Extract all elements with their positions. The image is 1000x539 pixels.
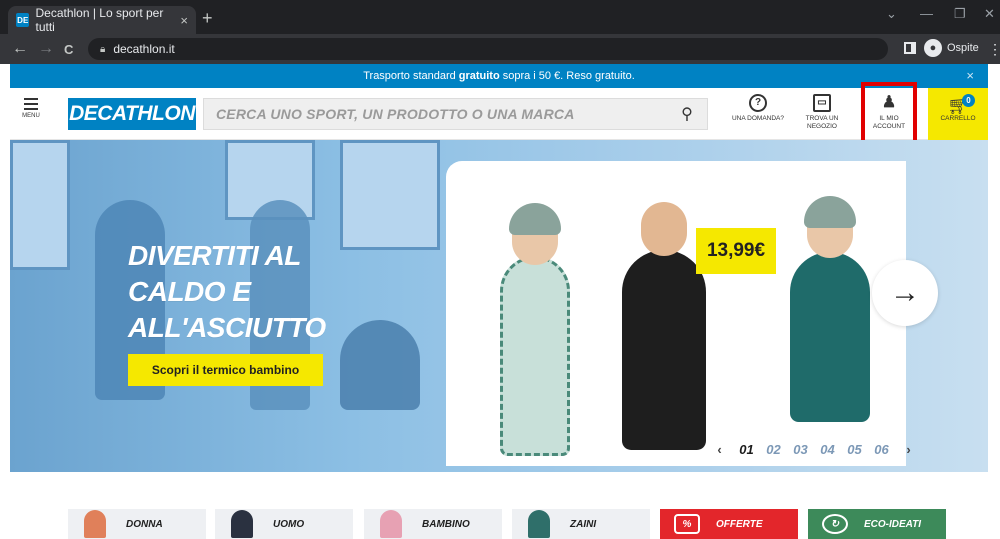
new-tab-button[interactable]: + [202, 8, 213, 29]
search-bar[interactable]: CERCA UNO SPORT, UN PRODOTTO O UNA MARCA… [203, 98, 708, 130]
background-window [10, 140, 70, 270]
decathlon-logo[interactable]: DECATHLON [68, 98, 196, 130]
promo-text-end: sopra i 50 €. Reso gratuito. [502, 70, 635, 82]
cart-icon: 🛒︎ [947, 96, 969, 115]
category-label: UOMO [273, 518, 305, 530]
price-tag-icon: % [674, 514, 700, 534]
category-label: ECO-IDEATI [864, 518, 922, 530]
hero-title-line: ALL'ASCIUTTO [128, 312, 326, 343]
account-label-line2: ACCOUNT [872, 123, 906, 130]
category-thumbnail [380, 510, 402, 538]
browser-menu-icon[interactable]: ⋮ [988, 41, 1000, 58]
category-label: DONNA [126, 518, 163, 530]
account-label-line1: IL MIO [879, 115, 899, 122]
help-button[interactable]: ? UNA DOMANDA? [726, 94, 790, 123]
browser-tab-bar: DE Decathlon | Lo sport per tutti × + ⌄ … [0, 0, 1000, 34]
category-label: ZAINI [570, 518, 597, 530]
store-locator-button[interactable]: ▭ TROVA UN NEGOZIO [796, 94, 848, 131]
cart-label: CARRELLO [940, 115, 976, 122]
restore-button[interactable]: ❐ [954, 6, 966, 22]
site-header: MENU DECATHLON CERCA UNO SPORT, UN PRODO… [10, 82, 988, 154]
hero-title-line: DIVERTITI AL [128, 240, 301, 271]
pager-page-02[interactable]: 02 [760, 442, 787, 457]
category-offerte[interactable]: % OFFERTE [660, 509, 798, 539]
category-eco-ideati[interactable]: ↻ ECO-IDEATI [808, 509, 946, 539]
search-input[interactable]: CERCA UNO SPORT, UN PRODOTTO O UNA MARCA [204, 106, 575, 122]
background-bag [340, 320, 420, 410]
promo-close-icon[interactable]: × [966, 68, 974, 83]
pager-page-05[interactable]: 05 [841, 442, 868, 457]
url-text: decathlon.it [113, 42, 175, 56]
search-icon[interactable]: ⚲ [667, 99, 707, 129]
decathlon-favicon-icon: DE [16, 13, 30, 27]
pager-page-04[interactable]: 04 [814, 442, 841, 457]
browser-toolbar: ← → C 🔒︎ decathlon.it ● Ospite ⋮ [0, 34, 1000, 64]
pager-prev-icon[interactable]: ‹ [706, 442, 733, 457]
hero-title: DIVERTITI AL CALDO E ALL'ASCIUTTO [128, 238, 326, 346]
address-bar[interactable]: 🔒︎ decathlon.it [88, 38, 888, 60]
price-tag: 13,99€ [696, 228, 776, 274]
hamburger-icon [24, 98, 38, 110]
account-button[interactable]: ♟︎ IL MIO ACCOUNT [861, 94, 917, 131]
pager-page-03[interactable]: 03 [787, 442, 814, 457]
cart-button[interactable]: 🛒︎ 0 CARRELLO [928, 88, 988, 140]
hero-cta-button[interactable]: Scopri il termico bambino [128, 354, 323, 386]
carousel-next-button[interactable]: → [872, 260, 938, 326]
help-label: UNA DOMANDA? [731, 115, 784, 122]
back-button[interactable]: ← [12, 40, 28, 58]
pager-page-01[interactable]: 01 [733, 442, 760, 457]
promo-text-bold: gratuito [458, 70, 500, 82]
promo-banner: Trasporto standard gratuito sopra i 50 €… [10, 64, 988, 88]
category-strip: DONNA UOMO BAMBINO ZAINI % OFFERTE ↻ ECO… [0, 472, 1000, 539]
hero-carousel: DIVERTITI AL CALDO E ALL'ASCIUTTO Scopri… [10, 140, 988, 472]
store-label-line2: NEGOZIO [807, 123, 837, 130]
user-icon: ♟︎ [881, 94, 897, 111]
side-panel-icon[interactable] [904, 42, 916, 54]
profile-button[interactable]: ● Ospite [924, 39, 979, 57]
arrow-right-icon: → [890, 276, 920, 309]
child-head [641, 202, 687, 256]
menu-button[interactable]: MENU [16, 98, 46, 119]
browser-tab[interactable]: DE Decathlon | Lo sport per tutti × [8, 6, 196, 34]
profile-label: Ospite [947, 42, 979, 54]
category-thumbnail [84, 510, 106, 538]
tab-title: Decathlon | Lo sport per tutti [35, 6, 164, 34]
category-label: OFFERTE [716, 518, 763, 530]
child-model-patterned [500, 203, 570, 456]
background-window [340, 140, 440, 250]
pager-page-06[interactable]: 06 [868, 442, 895, 457]
profile-avatar-icon: ● [924, 39, 942, 57]
menu-label: MENU [22, 113, 40, 119]
store-label-line1: TROVA UN [805, 115, 839, 122]
tab-close-icon[interactable]: × [180, 13, 188, 28]
forward-button[interactable]: → [38, 40, 54, 58]
close-window-button[interactable]: ✕ [984, 6, 995, 22]
carousel-pager: ‹ 01 02 03 04 05 06 › [706, 442, 922, 457]
category-zaini[interactable]: ZAINI [512, 509, 650, 539]
lock-icon: 🔒︎ [100, 43, 106, 55]
eco-leaf-icon: ↻ [822, 514, 848, 534]
minimize-button[interactable]: — [920, 6, 933, 21]
question-icon: ? [749, 94, 767, 112]
child-model-teal [790, 196, 870, 422]
tab-search-icon[interactable]: ⌄ [886, 6, 897, 22]
hero-title-line: CALDO E [128, 276, 251, 307]
category-thumbnail [231, 510, 253, 538]
reload-button[interactable]: C [64, 42, 73, 57]
category-bambino[interactable]: BAMBINO [364, 509, 502, 539]
pager-next-icon[interactable]: › [895, 442, 922, 457]
category-uomo[interactable]: UOMO [215, 509, 353, 539]
store-icon: ▭ [813, 94, 831, 112]
category-donna[interactable]: DONNA [68, 509, 206, 539]
cart-count-badge: 0 [962, 94, 975, 107]
category-thumbnail [528, 510, 550, 538]
promo-text-start: Trasporto standard [363, 70, 456, 82]
child-model-black [622, 202, 706, 450]
category-label: BAMBINO [422, 518, 470, 530]
